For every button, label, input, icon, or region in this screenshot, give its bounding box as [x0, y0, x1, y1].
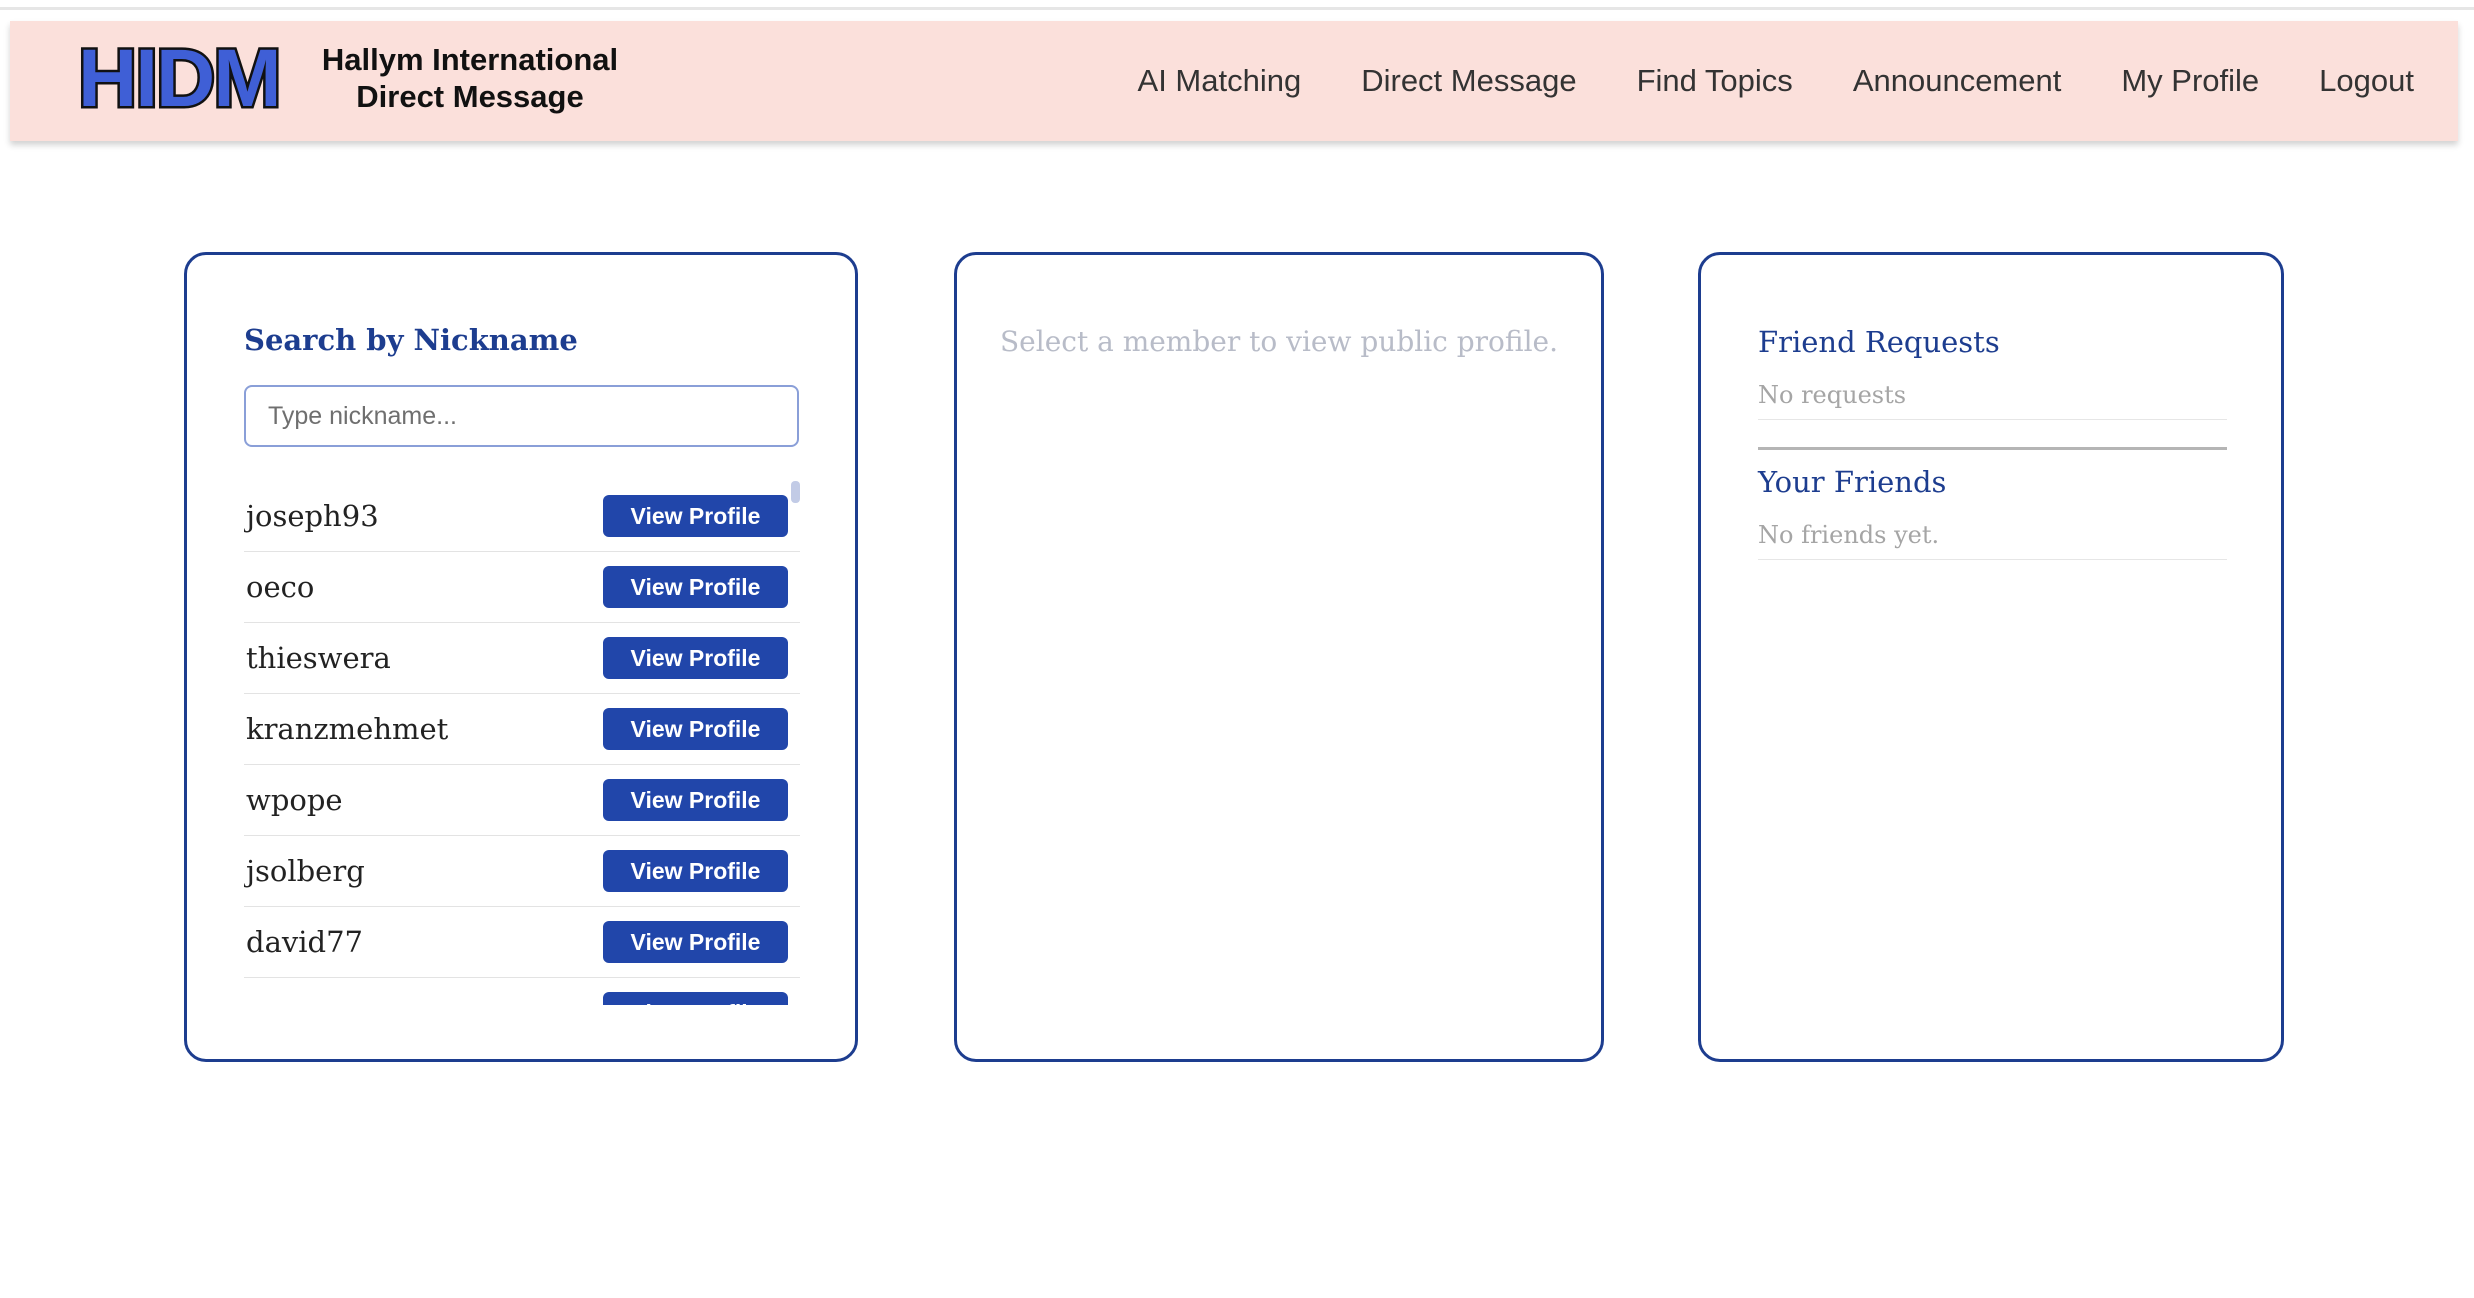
view-profile-button[interactable]: View Profile — [603, 779, 788, 821]
profile-placeholder-text: Select a member to view public profile. — [999, 325, 1559, 358]
user-nickname: thieswera — [246, 641, 391, 675]
user-nickname: kranzmehmet — [246, 712, 449, 746]
user-nickname: david77 — [246, 925, 363, 959]
view-profile-button[interactable]: View Profile — [603, 637, 788, 679]
logo[interactable]: HIDM — [76, 35, 285, 122]
view-profile-button[interactable]: View Profile — [603, 992, 788, 1005]
view-profile-button[interactable]: View Profile — [603, 921, 788, 963]
nav-logout[interactable]: Logout — [2319, 63, 2414, 99]
user-row: kranzmehmet View Profile — [244, 694, 800, 765]
brand-name: Hallym International Direct Message — [310, 41, 630, 115]
user-row: david77 View Profile — [244, 907, 800, 978]
nav-direct-message[interactable]: Direct Message — [1361, 63, 1576, 99]
friend-requests-heading: Friend Requests — [1758, 325, 2000, 359]
user-nickname: wpope — [246, 783, 343, 817]
user-row: View Profile — [244, 978, 800, 1005]
user-list-scrollbar[interactable] — [791, 481, 800, 503]
section-divider — [1758, 447, 2227, 450]
view-profile-button[interactable]: View Profile — [603, 566, 788, 608]
user-nickname: joseph93 — [246, 499, 379, 533]
nav-my-profile[interactable]: My Profile — [2121, 63, 2259, 99]
nav-ai-matching[interactable]: AI Matching — [1138, 63, 1302, 99]
view-profile-button[interactable]: View Profile — [603, 708, 788, 750]
your-friends-heading: Your Friends — [1758, 465, 1947, 499]
user-row: wpope View Profile — [244, 765, 800, 836]
search-panel: Search by Nickname joseph93 View Profile… — [184, 252, 858, 1062]
navbar: HIDM Hallym International Direct Message… — [10, 21, 2458, 141]
user-nickname: jsolberg — [246, 854, 365, 888]
profile-panel: Select a member to view public profile. — [954, 252, 1604, 1062]
user-list[interactable]: joseph93 View Profile oeco View Profile … — [244, 481, 800, 1005]
user-row: thieswera View Profile — [244, 623, 800, 694]
nav-announcement[interactable]: Announcement — [1853, 63, 2062, 99]
user-nickname: oeco — [246, 570, 315, 604]
top-divider — [0, 7, 2474, 10]
user-row: jsolberg View Profile — [244, 836, 800, 907]
user-row: oeco View Profile — [244, 552, 800, 623]
view-profile-button[interactable]: View Profile — [603, 495, 788, 537]
brand-line-1: Hallym International — [321, 42, 619, 77]
your-friends-section: Your Friends No friends yet. — [1758, 465, 2227, 560]
nav-menu: AI Matching Direct Message Find Topics A… — [1138, 21, 2414, 141]
search-heading: Search by Nickname — [244, 323, 578, 357]
nickname-search-input[interactable] — [244, 385, 799, 447]
your-friends-empty: No friends yet. — [1758, 521, 2227, 560]
user-row: joseph93 View Profile — [244, 481, 800, 552]
nav-find-topics[interactable]: Find Topics — [1637, 63, 1793, 99]
brand-line-2: Direct Message — [356, 79, 584, 114]
friends-panel: Friend Requests No requests Your Friends… — [1698, 252, 2284, 1062]
view-profile-button[interactable]: View Profile — [603, 850, 788, 892]
friend-requests-empty: No requests — [1758, 381, 2227, 420]
friend-requests-section: Friend Requests No requests — [1758, 325, 2227, 420]
